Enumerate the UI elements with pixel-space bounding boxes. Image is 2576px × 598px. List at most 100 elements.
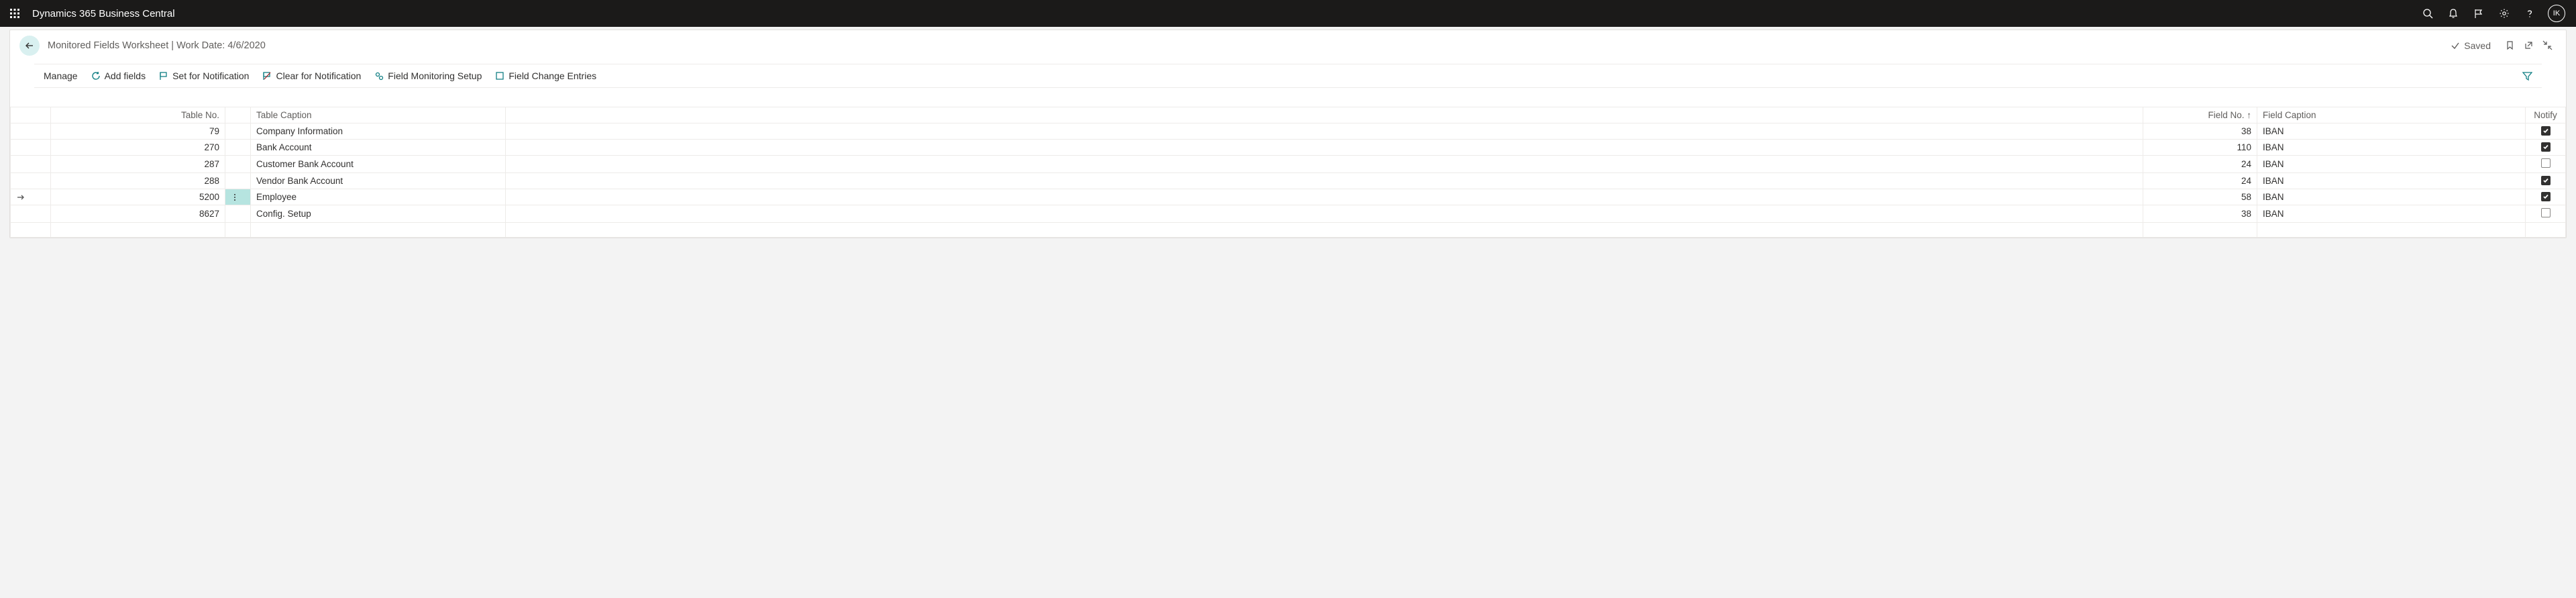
- clear-notification-action[interactable]: Clear for Notification: [262, 70, 361, 81]
- cell-field-caption[interactable]: IBAN: [2257, 189, 2526, 205]
- back-button[interactable]: [19, 36, 40, 56]
- table-row[interactable]: 270 Bank Account 110IBAN: [11, 140, 2566, 156]
- brand-title: Dynamics 365 Business Central: [32, 8, 175, 19]
- monitoring-setup-label: Field Monitoring Setup: [388, 70, 482, 81]
- cell-table-no[interactable]: 270: [51, 140, 225, 156]
- cell-field-caption[interactable]: IBAN: [2257, 173, 2526, 189]
- checkbox-icon[interactable]: [2541, 208, 2551, 217]
- table-row-empty[interactable]: [11, 223, 2566, 238]
- row-selector[interactable]: [11, 123, 51, 140]
- cell-table-caption[interactable]: Config. Setup: [251, 205, 506, 223]
- cell-table-no[interactable]: 288: [51, 173, 225, 189]
- checkbox-icon[interactable]: [2541, 192, 2551, 201]
- set-notification-action[interactable]: Set for Notification: [159, 70, 249, 81]
- app-header: Dynamics 365 Business Central IK: [0, 0, 2576, 27]
- cell-notify[interactable]: [2526, 140, 2566, 156]
- collapse-icon[interactable]: [2538, 40, 2557, 50]
- cell-notify[interactable]: [2526, 123, 2566, 140]
- cell-table-caption[interactable]: Bank Account: [251, 140, 506, 156]
- cell-field-no[interactable]: 38: [2143, 123, 2257, 140]
- table-row[interactable]: 79 Company Information 38IBAN: [11, 123, 2566, 140]
- page-title: Monitored Fields Worksheet | Work Date: …: [48, 40, 266, 51]
- saved-label: Saved: [2464, 40, 2491, 51]
- table-row[interactable]: 287 Customer Bank Account 24IBAN: [11, 156, 2566, 173]
- table-row[interactable]: 5200 Employee 58IBAN: [11, 189, 2566, 205]
- gear-icon[interactable]: [2491, 0, 2517, 27]
- col-field-no[interactable]: Field No. ↑: [2143, 107, 2257, 123]
- row-menu-icon[interactable]: [225, 189, 251, 205]
- cell-field-no[interactable]: 58: [2143, 189, 2257, 205]
- cell-field-caption[interactable]: IBAN: [2257, 140, 2526, 156]
- col-table-caption[interactable]: Table Caption: [251, 107, 506, 123]
- cell-field-no[interactable]: 24: [2143, 156, 2257, 173]
- row-menu-icon[interactable]: [225, 156, 251, 173]
- cell-table-caption[interactable]: Customer Bank Account: [251, 156, 506, 173]
- grid: Table No. Table Caption Field No. ↑ Fiel…: [10, 107, 2566, 238]
- add-fields-label: Add fields: [105, 70, 146, 81]
- cell-table-no[interactable]: 287: [51, 156, 225, 173]
- notifications-icon[interactable]: [2440, 0, 2466, 27]
- refresh-icon: [91, 71, 101, 81]
- row-menu-icon[interactable]: [225, 123, 251, 140]
- cell-field-caption[interactable]: IBAN: [2257, 123, 2526, 140]
- row-selector[interactable]: [11, 189, 51, 205]
- entries-icon: [495, 71, 504, 81]
- checkbox-icon[interactable]: [2541, 176, 2551, 185]
- change-entries-action[interactable]: Field Change Entries: [495, 70, 596, 81]
- add-fields-action[interactable]: Add fields: [91, 70, 146, 81]
- checkbox-icon[interactable]: [2541, 126, 2551, 136]
- column-header-row: Table No. Table Caption Field No. ↑ Fiel…: [11, 107, 2566, 123]
- cell-table-no[interactable]: 5200: [51, 189, 225, 205]
- clear-notification-label: Clear for Notification: [276, 70, 361, 81]
- col-field-caption[interactable]: Field Caption: [2257, 107, 2526, 123]
- set-notification-label: Set for Notification: [172, 70, 249, 81]
- row-selector[interactable]: [11, 173, 51, 189]
- cell-field-caption[interactable]: IBAN: [2257, 156, 2526, 173]
- row-selector[interactable]: [11, 156, 51, 173]
- cell-table-caption[interactable]: Employee: [251, 189, 506, 205]
- checkbox-icon[interactable]: [2541, 158, 2551, 168]
- cell-notify[interactable]: [2526, 189, 2566, 205]
- col-table-no[interactable]: Table No.: [51, 107, 225, 123]
- filter-icon[interactable]: [2522, 71, 2532, 81]
- flag-clear-icon: [262, 71, 272, 81]
- table-row[interactable]: 288 Vendor Bank Account 24IBAN: [11, 173, 2566, 189]
- help-icon[interactable]: [2517, 0, 2542, 27]
- cell-table-caption[interactable]: Vendor Bank Account: [251, 173, 506, 189]
- flag-icon[interactable]: [2466, 0, 2491, 27]
- page: Monitored Fields Worksheet | Work Date: …: [9, 30, 2567, 238]
- col-notify[interactable]: Notify: [2526, 107, 2566, 123]
- cell-field-no[interactable]: 38: [2143, 205, 2257, 223]
- saved-indicator: Saved: [2451, 40, 2491, 51]
- avatar-initials: IK: [2553, 9, 2560, 17]
- cell-table-caption[interactable]: Company Information: [251, 123, 506, 140]
- cell-notify[interactable]: [2526, 173, 2566, 189]
- row-selector[interactable]: [11, 140, 51, 156]
- row-menu-icon[interactable]: [225, 173, 251, 189]
- cell-notify[interactable]: [2526, 156, 2566, 173]
- app-launcher-icon[interactable]: [5, 4, 24, 23]
- search-icon[interactable]: [2415, 0, 2440, 27]
- check-icon: [2451, 41, 2460, 50]
- change-entries-label: Field Change Entries: [508, 70, 596, 81]
- cell-field-no[interactable]: 24: [2143, 173, 2257, 189]
- row-selector[interactable]: [11, 205, 51, 223]
- table-row[interactable]: 8627 Config. Setup 38IBAN: [11, 205, 2566, 223]
- row-menu-icon[interactable]: [225, 205, 251, 223]
- cell-notify[interactable]: [2526, 205, 2566, 223]
- monitoring-setup-action[interactable]: Field Monitoring Setup: [374, 70, 482, 81]
- manage-label: Manage: [44, 70, 78, 81]
- flag-set-icon: [159, 71, 168, 81]
- cell-table-no[interactable]: 8627: [51, 205, 225, 223]
- cell-field-no[interactable]: 110: [2143, 140, 2257, 156]
- cell-field-caption[interactable]: IBAN: [2257, 205, 2526, 223]
- checkbox-icon[interactable]: [2541, 142, 2551, 152]
- popout-icon[interactable]: [2519, 40, 2538, 50]
- row-menu-icon[interactable]: [225, 140, 251, 156]
- avatar[interactable]: IK: [2548, 5, 2565, 22]
- setup-icon: [374, 71, 384, 81]
- bookmark-icon[interactable]: [2500, 40, 2519, 50]
- cell-table-no[interactable]: 79: [51, 123, 225, 140]
- manage-action[interactable]: Manage: [44, 70, 78, 81]
- actionbar: Manage Add fields Set for Notification C…: [34, 64, 2542, 88]
